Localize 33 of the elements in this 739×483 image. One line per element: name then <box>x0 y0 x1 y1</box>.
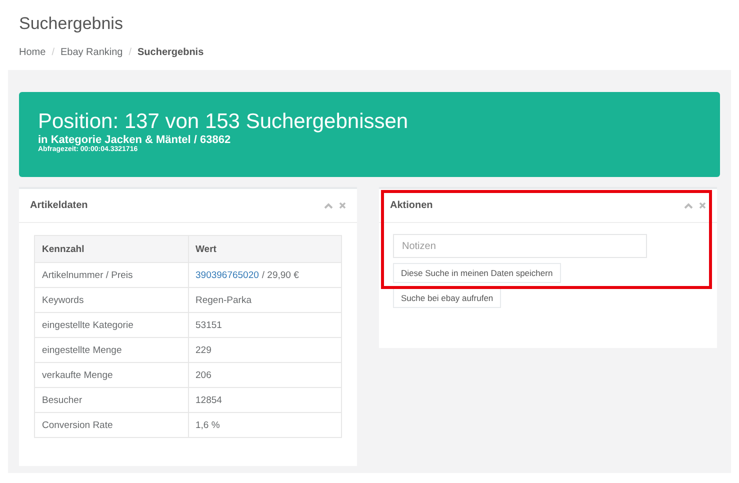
table-cell: verkaufte Menge <box>34 362 188 388</box>
table-cell: 229 <box>188 338 342 362</box>
action-button[interactable]: Suche bei ebay aufrufen <box>393 288 502 308</box>
table-cell: Besucher <box>34 388 188 412</box>
table-cell: 206 <box>188 362 342 388</box>
close-icon[interactable] <box>699 202 706 209</box>
breadcrumb-link[interactable]: Ebay Ranking <box>60 47 123 58</box>
breadcrumb-separator: / <box>128 47 132 58</box>
item-number-link[interactable]: 390396765020 <box>196 270 259 280</box>
table-cell: Keywords <box>34 288 188 312</box>
collapse-icon[interactable] <box>684 202 693 208</box>
table-cell: Artikelnummer / Preis <box>34 262 188 288</box>
table-cell: eingestellte Kategorie <box>34 312 188 338</box>
table-cell: 12854 <box>188 388 342 412</box>
banner-title: Position: 137 von 153 Suchergebnissen <box>38 109 410 135</box>
panel-title: Artikeldaten <box>30 200 88 211</box>
table-cell: 53151 <box>188 312 342 338</box>
notes-field[interactable]: Notizen <box>393 234 647 258</box>
banner-subtitle: in Kategorie Jacken & Mäntel / 63862 <box>38 134 232 146</box>
table-cell: Conversion Rate <box>34 412 188 438</box>
breadcrumb-link[interactable]: Home <box>19 47 46 58</box>
page-title: Suchergebnis <box>19 14 124 34</box>
collapse-icon[interactable] <box>324 202 333 208</box>
close-icon[interactable] <box>339 202 346 209</box>
price-text: / 29,90 € <box>262 270 299 280</box>
breadcrumb-separator: / <box>52 47 54 58</box>
column-header: Wert <box>188 236 342 262</box>
action-button[interactable]: Diese Suche in meinen Daten speichern <box>393 263 561 283</box>
table-cell: Regen-Parka <box>188 288 342 312</box>
table-cell: eingestellte Menge <box>34 338 188 362</box>
panel-title: Aktionen <box>390 200 433 211</box>
table-cell: 1,6 % <box>188 412 342 438</box>
column-header: Kennzahl <box>34 236 188 262</box>
